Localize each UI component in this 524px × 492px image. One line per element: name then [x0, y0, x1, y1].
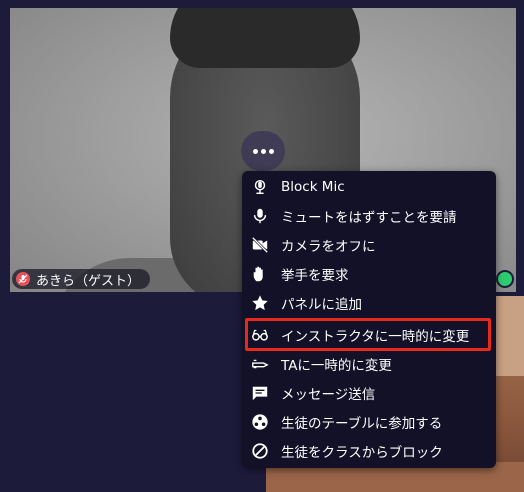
more-dot: [268, 148, 274, 154]
camera-off-icon: [250, 235, 270, 255]
menu-item-camera-off[interactable]: カメラをオフに: [242, 231, 496, 259]
message-icon: [250, 383, 270, 403]
menu-item-add-panel[interactable]: パネルに追加: [242, 289, 496, 317]
mic-icon: [250, 206, 270, 226]
menu-item-make-ta[interactable]: TAに一時的に変更: [242, 350, 496, 378]
menu-item-label: ミュートをはずすことを要請: [281, 210, 457, 226]
mic-block-icon: [250, 177, 270, 197]
participant-name-tag: あきら（ゲスト）: [12, 269, 151, 289]
menu-item-label: パネルに追加: [281, 297, 362, 313]
block-icon: [250, 441, 270, 461]
ta-icon: [250, 354, 270, 374]
menu-item-request-unmute[interactable]: ミュートをはずすことを要請: [242, 202, 496, 230]
highlight-box: [245, 318, 491, 351]
menu-item-label: 生徒をクラスからブロック: [281, 445, 443, 461]
menu-item-block-student[interactable]: 生徒をクラスからブロック: [242, 437, 496, 465]
hand-icon: [250, 264, 270, 284]
more-dot: [252, 148, 258, 154]
menu-item-send-message[interactable]: メッセージ送信: [242, 379, 496, 407]
star-icon: [250, 293, 270, 313]
menu-item-label: 挙手を要求: [281, 268, 349, 284]
menu-item-label: カメラをオフに: [281, 239, 376, 255]
menu-item-label: Block Mic: [281, 179, 345, 195]
video-hair: [170, 8, 360, 68]
menu-item-block-mic[interactable]: Block Mic: [242, 173, 496, 201]
participant-name: あきら（ゲスト）: [36, 273, 141, 289]
menu-item-join-table[interactable]: 生徒のテーブルに参加する: [242, 408, 496, 436]
table-icon: [250, 412, 270, 432]
more-dot: [260, 148, 266, 154]
menu-item-label: TAに一時的に変更: [281, 358, 392, 374]
menu-item-label: 生徒のテーブルに参加する: [281, 416, 443, 432]
menu-item-request-hand[interactable]: 挙手を要求: [242, 260, 496, 288]
status-indicator: [496, 270, 514, 288]
more-options-button[interactable]: [241, 131, 285, 171]
menu-item-label: メッセージ送信: [281, 387, 376, 403]
mic-off-icon: [16, 272, 30, 286]
